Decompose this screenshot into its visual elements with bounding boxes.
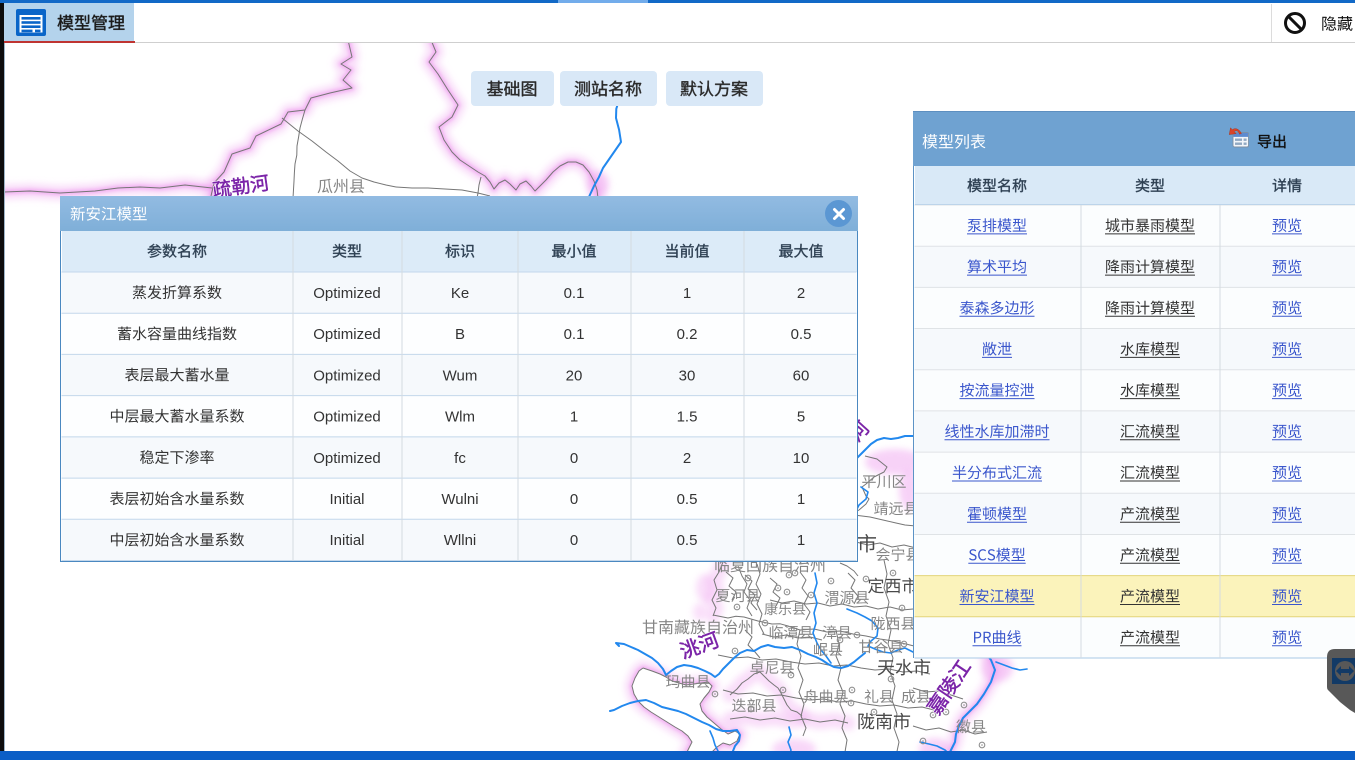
svg-text:60: 60 <box>793 367 810 384</box>
svg-text:1: 1 <box>797 532 805 549</box>
svg-text:Wlm: Wlm <box>445 409 475 426</box>
svg-text:0: 0 <box>570 450 578 467</box>
svg-text:5: 5 <box>797 409 805 426</box>
svg-text:0.5: 0.5 <box>677 491 698 508</box>
svg-text:Initial: Initial <box>329 532 364 549</box>
svg-text:2: 2 <box>683 450 691 467</box>
svg-text:Wllni: Wllni <box>444 532 477 549</box>
svg-text:1.5: 1.5 <box>677 409 698 426</box>
svg-text:Optimized: Optimized <box>313 326 381 343</box>
svg-text:Optimized: Optimized <box>313 409 381 426</box>
svg-text:Initial: Initial <box>329 491 364 508</box>
svg-text:Ke: Ke <box>451 285 469 302</box>
svg-text:0.1: 0.1 <box>564 326 585 343</box>
svg-text:30: 30 <box>679 367 696 384</box>
svg-text:0: 0 <box>570 491 578 508</box>
svg-text:Optimized: Optimized <box>313 367 381 384</box>
svg-text:0.2: 0.2 <box>677 326 698 343</box>
svg-text:20: 20 <box>566 367 583 384</box>
svg-text:fc: fc <box>454 450 466 467</box>
svg-text:0.1: 0.1 <box>564 285 585 302</box>
svg-text:10: 10 <box>793 450 810 467</box>
svg-text:Optimized: Optimized <box>313 285 381 302</box>
svg-text:1: 1 <box>570 409 578 426</box>
svg-text:B: B <box>455 326 465 343</box>
svg-text:Wum: Wum <box>443 367 478 384</box>
svg-text:0.5: 0.5 <box>677 532 698 549</box>
svg-text:Wulni: Wulni <box>441 491 478 508</box>
svg-text:0: 0 <box>570 532 578 549</box>
svg-text:2: 2 <box>797 285 805 302</box>
svg-text:Optimized: Optimized <box>313 450 381 467</box>
svg-text:1: 1 <box>683 285 691 302</box>
svg-text:1: 1 <box>797 491 805 508</box>
svg-text:0.5: 0.5 <box>791 326 812 343</box>
